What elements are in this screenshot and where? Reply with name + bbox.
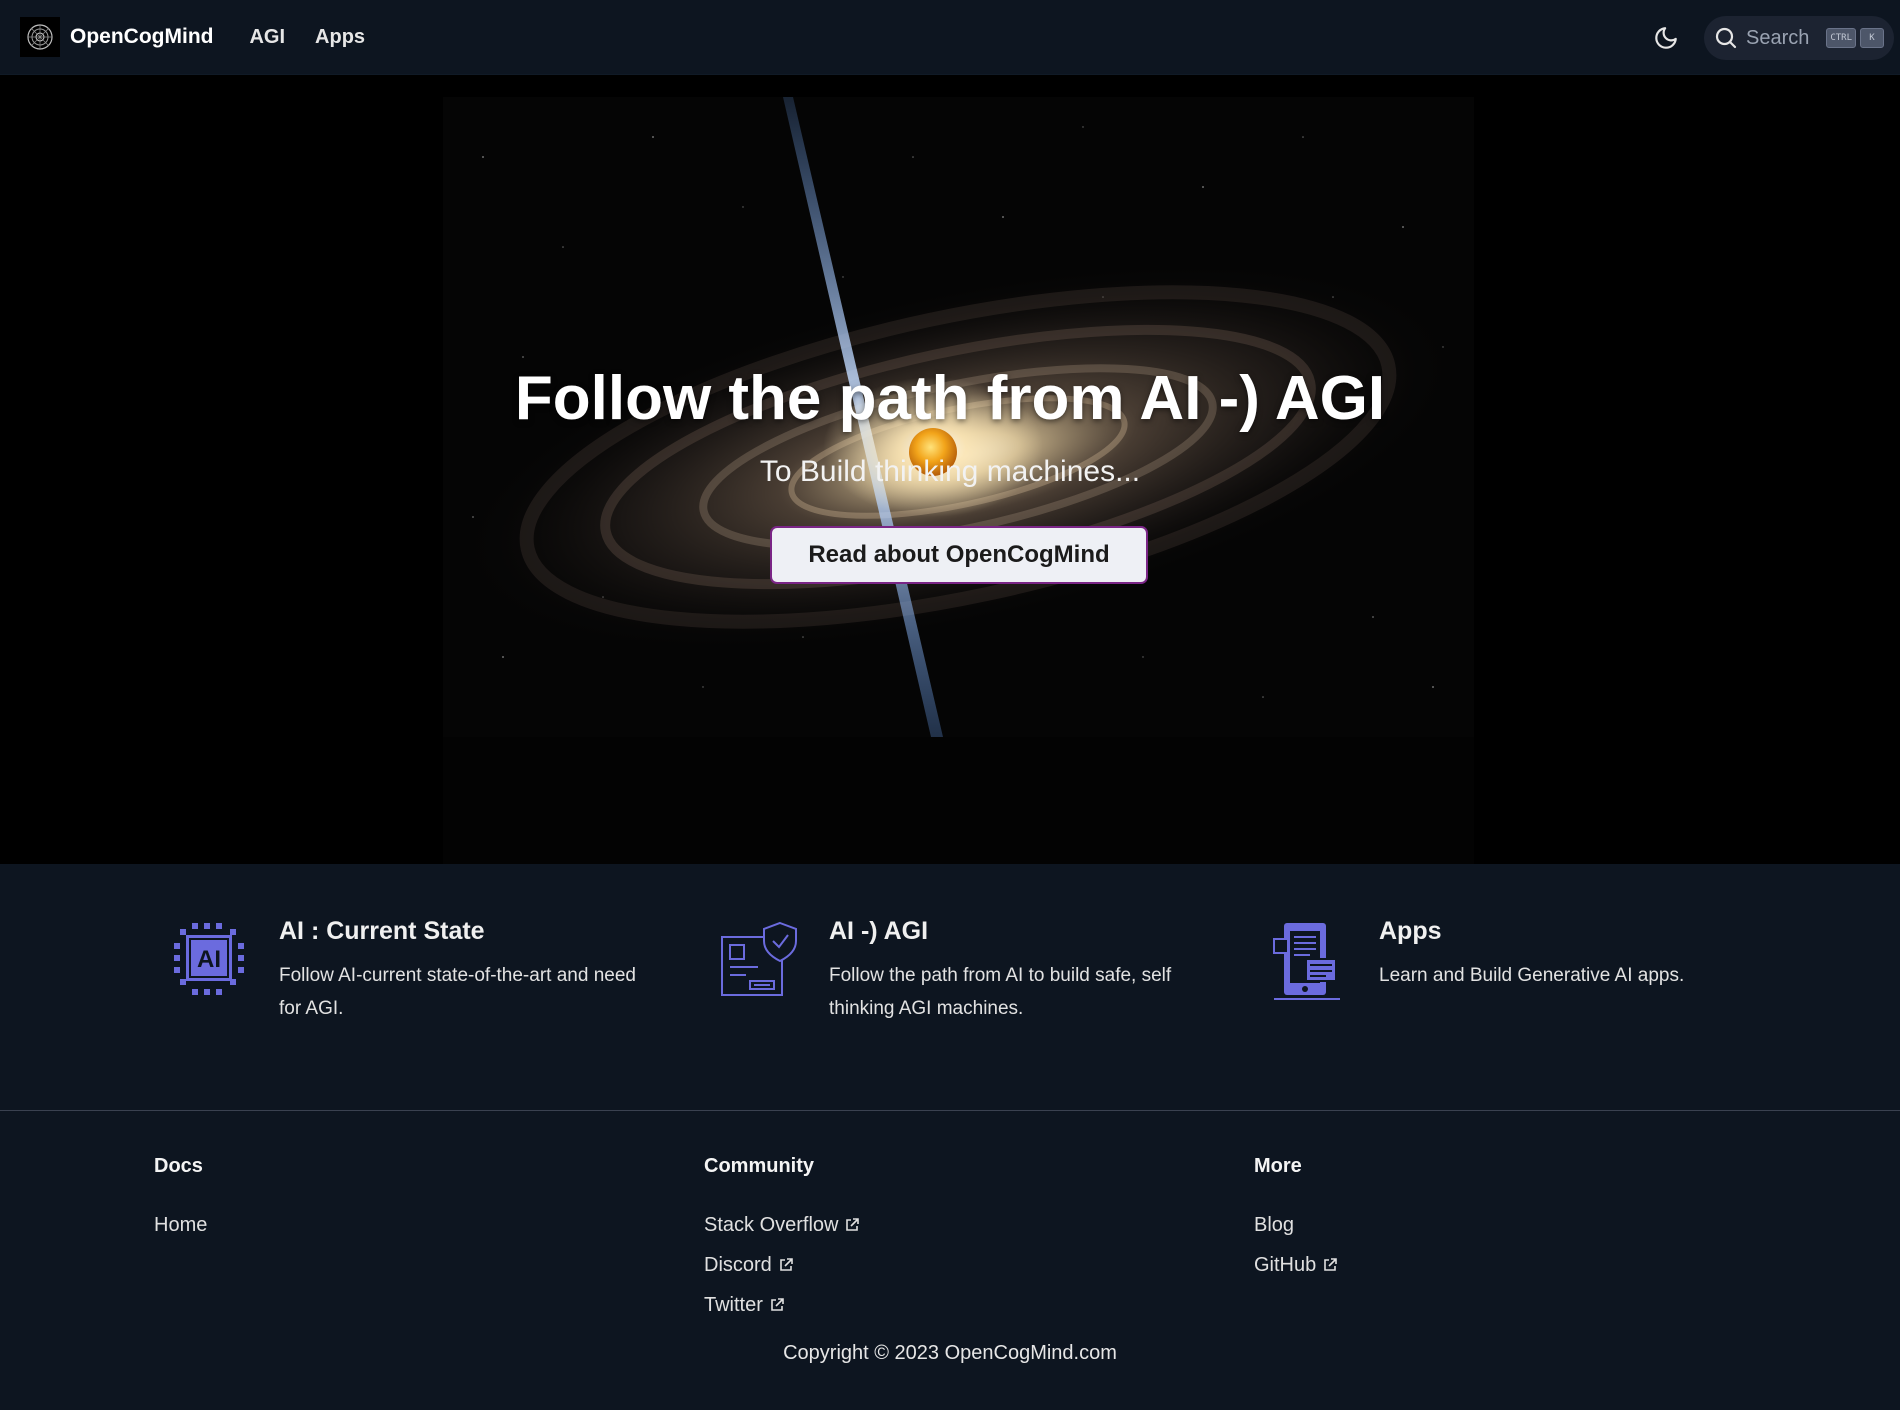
nav-link-apps[interactable]: Apps xyxy=(315,26,365,49)
ai-chip-icon: AI xyxy=(170,919,250,999)
footer-heading: Docs xyxy=(154,1155,203,1177)
footer-link-label: Stack Overflow xyxy=(704,1213,839,1236)
footer-column-more: More Blog GitHub xyxy=(1254,1155,1338,1285)
footer-link-github[interactable]: GitHub xyxy=(1254,1245,1338,1285)
external-link-icon xyxy=(1324,1258,1338,1271)
copyright-text: Copyright © 2023 OpenCogMind.com xyxy=(783,1342,1117,1364)
opencogmind-logo-icon[interactable] xyxy=(20,17,60,57)
features-section: AI AI : Current State Follow AI-current … xyxy=(0,864,1900,1111)
external-link-icon xyxy=(779,1258,793,1271)
footer-link-label: Discord xyxy=(704,1253,772,1276)
search-icon xyxy=(1715,27,1737,49)
footer-column-docs: Docs Home xyxy=(154,1155,207,1245)
footer-link-label: Twitter xyxy=(704,1293,763,1316)
shortcut-k-key: K xyxy=(1860,28,1884,48)
footer-link-blog[interactable]: Blog xyxy=(1254,1205,1338,1245)
footer: Docs Home Community Stack Overflow Disco… xyxy=(0,1111,1900,1410)
navbar-actions: Search CTRL K xyxy=(1646,16,1894,60)
external-link-icon xyxy=(846,1218,860,1231)
footer-link-label: GitHub xyxy=(1254,1253,1317,1276)
footer-heading: More xyxy=(1254,1155,1302,1177)
footer-link-label: Home xyxy=(154,1213,208,1236)
brand-name[interactable]: OpenCogMind xyxy=(70,25,213,49)
moon-icon xyxy=(1655,27,1677,49)
feature-title: AI -) AGI xyxy=(829,917,929,945)
footer-heading: Community xyxy=(704,1155,814,1177)
hero-subtitle: To Build thinking machines... xyxy=(759,455,1141,488)
external-link-icon xyxy=(771,1298,784,1311)
secure-board-icon xyxy=(718,919,798,999)
search-button[interactable]: Search CTRL K xyxy=(1704,16,1894,60)
feature-description: Follow the path from AI to build safe, s… xyxy=(829,965,1172,1019)
theme-toggle-button[interactable] xyxy=(1646,18,1686,58)
feature-title: Apps xyxy=(1379,917,1442,945)
footer-column-community: Community Stack Overflow Discord Twitter xyxy=(704,1155,860,1325)
feature-description: Learn and Build Generative AI apps. xyxy=(1379,965,1685,986)
footer-link-stack-overflow[interactable]: Stack Overflow xyxy=(704,1205,860,1245)
read-about-button[interactable]: Read about OpenCogMind xyxy=(770,526,1148,584)
nav-link-agi[interactable]: AGI xyxy=(249,26,285,49)
hero-banner: Follow the path from AI -) AGI To Build … xyxy=(0,75,1900,864)
footer-link-twitter[interactable]: Twitter xyxy=(704,1285,860,1325)
navbar: OpenCogMind AGI Apps Search CTRL K xyxy=(0,0,1900,75)
feature-description: Follow AI-current state-of-the-art and n… xyxy=(279,965,636,1019)
footer-link-home[interactable]: Home xyxy=(154,1205,207,1245)
shortcut-ctrl-key: CTRL xyxy=(1826,28,1856,48)
hero-title: Follow the path from AI -) AGI xyxy=(514,364,1386,433)
footer-link-label: Blog xyxy=(1254,1213,1295,1236)
search-label: Search xyxy=(1746,26,1810,49)
mobile-app-icon xyxy=(1270,919,1350,1000)
footer-link-discord[interactable]: Discord xyxy=(704,1245,860,1285)
feature-title: AI : Current State xyxy=(279,917,485,945)
svg-text:AI: AI xyxy=(197,946,221,973)
